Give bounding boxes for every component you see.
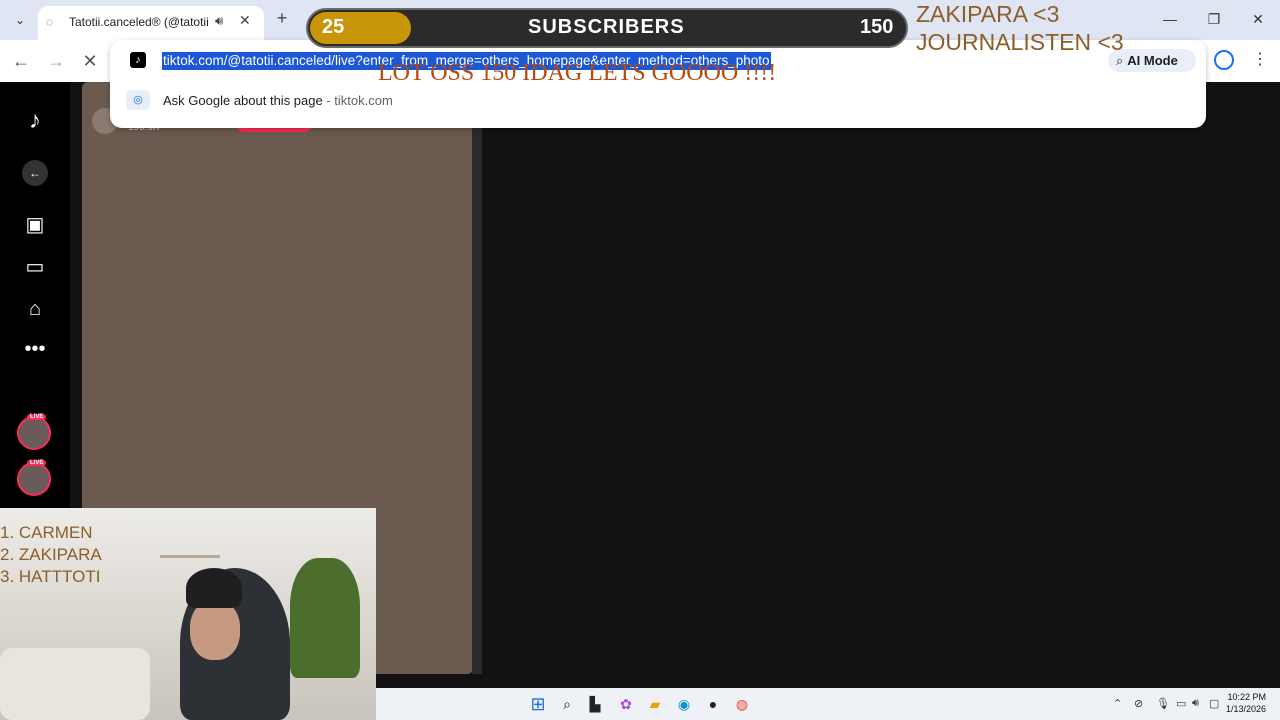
play-house-icon[interactable]: ⌂ — [22, 296, 48, 322]
suggestion-text: Ask Google about this page — [163, 93, 323, 108]
edge-icon[interactable]: ◉ — [674, 694, 694, 714]
main-content-area — [482, 82, 1280, 688]
tab-close-icon[interactable]: ✕ — [239, 12, 251, 29]
shoutout-list: ZAKIPARA <3 JOURNALISTEN <3 — [916, 0, 1176, 56]
tray-display-icon[interactable]: ▭ — [1176, 697, 1186, 710]
leaderboard: 1. CARMEN 2. ZAKIPARA 3. HATTTOTI — [0, 522, 102, 588]
file-explorer-icon[interactable]: ▰ — [645, 694, 665, 714]
copilot-icon[interactable]: ✿ — [616, 694, 636, 714]
video-camera-icon[interactable]: ▭ — [22, 254, 48, 280]
tray-chevron-icon[interactable]: ⌃ — [1113, 697, 1122, 710]
streamer-face — [190, 600, 240, 660]
live-tv-icon[interactable]: ▣ — [22, 212, 48, 238]
windows-taskbar: ⊞ ⌕ ▙ ✿ ▰ ◉ ● ◍ ⌃ ⊘ 🎙︎ ▭ 🔊︎ ▢ 10:22 PM 1… — [376, 688, 1280, 720]
menu-kebab-icon[interactable]: ⋮ — [1252, 49, 1268, 69]
shoutout-line: ZAKIPARA <3 — [916, 1, 1060, 27]
live-avatar[interactable]: LIVE — [17, 414, 51, 450]
subscriber-goal-bar: 25 SUBSCRIBERS 150 — [306, 8, 908, 48]
subscriber-current: 25 — [322, 16, 345, 38]
chandelier — [160, 518, 220, 558]
obs-icon[interactable]: ● — [703, 694, 723, 714]
video-scrollbar[interactable] — [472, 128, 482, 674]
tray-notification-icon[interactable]: ▢ — [1209, 697, 1219, 710]
profile-icon[interactable] — [1214, 50, 1234, 70]
suggestion-site: - tiktok.com — [322, 93, 393, 108]
subscriber-goal: 150 — [860, 16, 894, 38]
back-arrow-icon[interactable]: ← — [22, 160, 48, 186]
shoutout-line: JOURNALISTEN <3 — [916, 29, 1124, 55]
leaderboard-entry: 2. ZAKIPARA — [0, 545, 102, 564]
streamer-beanie — [186, 568, 242, 608]
subscriber-label: SUBSCRIBERS — [528, 16, 685, 38]
suggestion-site-name: tiktok.com — [334, 93, 393, 108]
search-icon[interactable]: ⌕ — [557, 694, 577, 714]
webcam-feed: 1. CARMEN 2. ZAKIPARA 3. HATTTOTI — [0, 508, 376, 720]
active-tab[interactable]: ◌ Tatotii.canceled® (@tatotii 🔊︎ ✕ — [38, 6, 264, 40]
tiktok-logo-icon[interactable]: ♪ — [22, 108, 48, 134]
leaderboard-entry: 3. HATTTOTI — [0, 567, 101, 586]
tray-volume-icon[interactable]: 🔊︎ — [1192, 697, 1199, 710]
taskbar-clock[interactable]: 10:22 PM 1/13/2026 — [1226, 691, 1266, 715]
tab-title: Tatotii.canceled® (@tatotii — [69, 15, 209, 29]
new-tab-button[interactable]: + — [272, 8, 292, 28]
window-close-icon[interactable]: ✕ — [1246, 9, 1270, 29]
leaderboard-entry: 1. CARMEN — [0, 523, 93, 542]
tray-mic-icon[interactable]: 🎙︎ — [1156, 697, 1170, 710]
clock-date: 1/13/2026 — [1226, 704, 1267, 714]
windows-start-icon[interactable]: ⊞ — [528, 694, 548, 714]
task-view-icon[interactable]: ▙ — [585, 694, 605, 714]
tab-audio-icon[interactable]: 🔊︎ — [215, 13, 223, 29]
omnibox-suggestion[interactable]: Ask Google about this page - tiktok.com — [163, 93, 393, 108]
restore-icon[interactable]: ❐ — [1202, 9, 1226, 29]
tray-network-off-icon[interactable]: ⊘ — [1134, 697, 1143, 710]
chrome-icon[interactable]: ◍ — [732, 694, 752, 714]
tab-search-chevron-icon[interactable]: ⌄ — [8, 8, 32, 32]
suggestion-separator: - — [322, 93, 335, 108]
back-arrow-icon[interactable]: ← — [9, 50, 33, 72]
sofa — [0, 648, 150, 720]
tiktok-favicon-icon: ♪ — [130, 52, 146, 68]
forward-arrow-icon[interactable]: → — [44, 50, 68, 72]
live-avatar[interactable]: LIVE — [17, 460, 51, 496]
stop-loading-icon[interactable]: ✕ — [78, 50, 102, 72]
more-dots-icon[interactable]: ••• — [22, 336, 48, 362]
loading-spinner-icon: ◌ — [46, 15, 54, 29]
lens-icon: ◎ — [126, 90, 150, 110]
plant — [290, 558, 360, 678]
clock-time: 10:22 PM — [1227, 692, 1267, 702]
goal-banner: LOT OSS 150 IDAG LETS GOOOO !!!! — [378, 60, 777, 86]
